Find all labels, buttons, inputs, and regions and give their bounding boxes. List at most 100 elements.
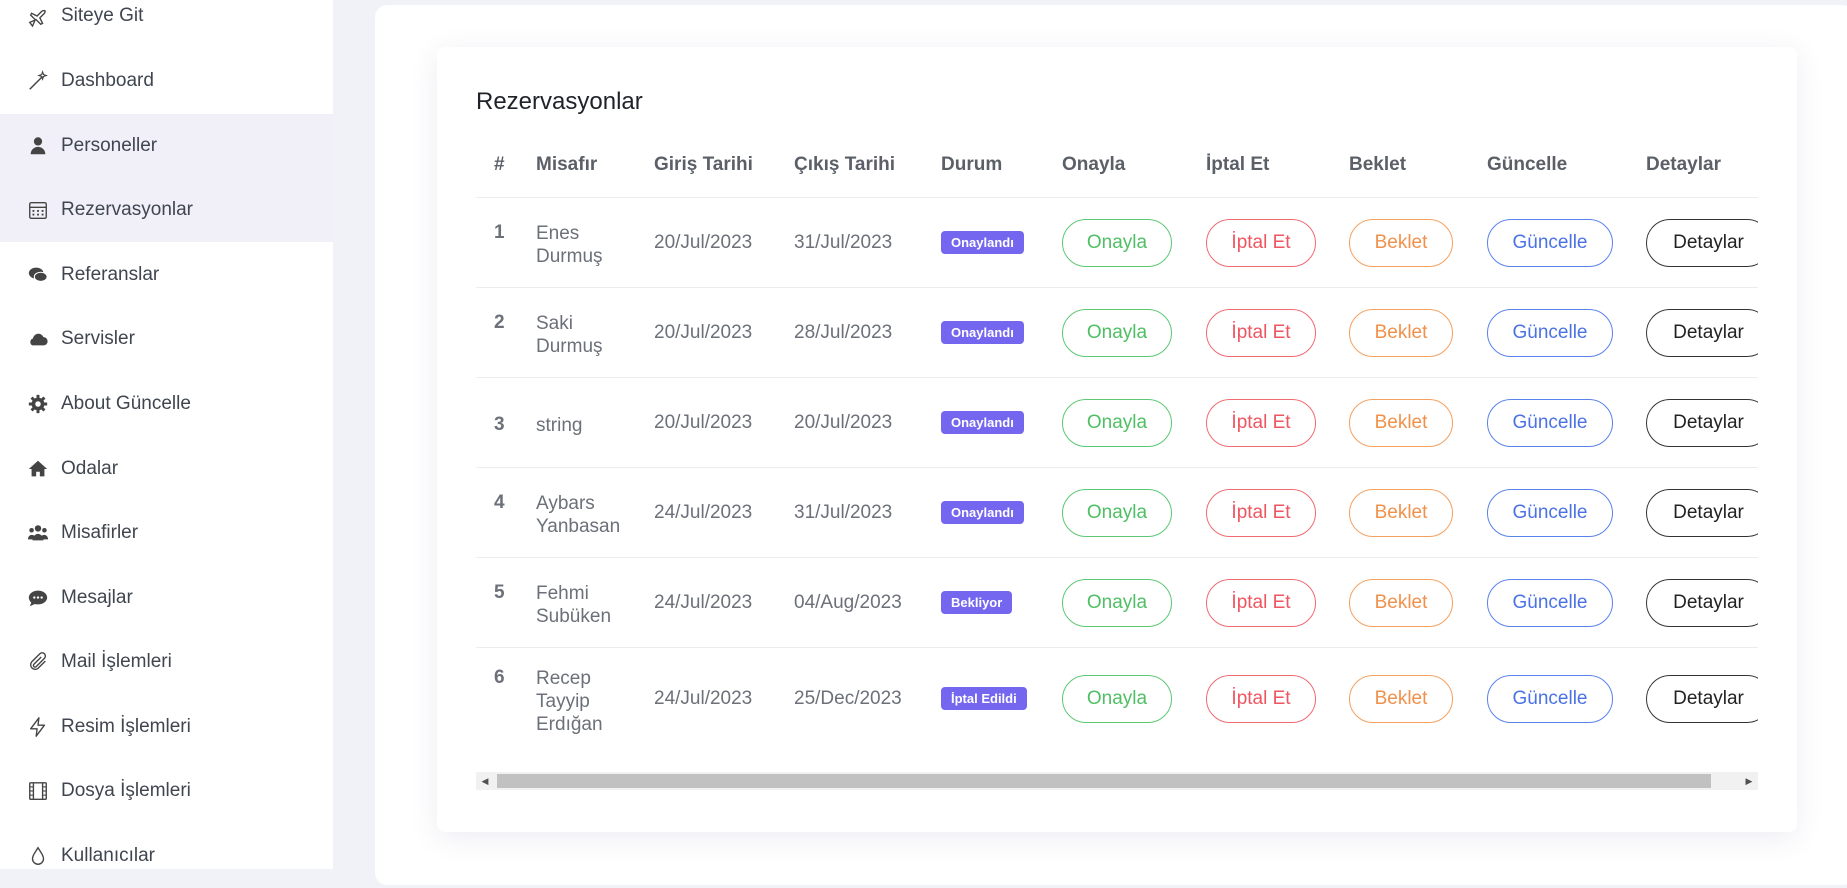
cancel-button[interactable]: İptal Et [1206, 309, 1316, 357]
col-header-giris: Giriş Tarihi [654, 154, 753, 175]
hold-button[interactable]: Beklet [1349, 675, 1453, 723]
sidebar-item-mesajlar[interactable]: Mesajlar [0, 566, 333, 630]
col-header-guncelle: Güncelle [1487, 154, 1568, 175]
table-row: 3 string 20/Jul/2023 20/Jul/2023 Onaylandı On… [476, 377, 1758, 468]
sidebar: Siteye Git Dashboard Personeller Rezervasyo… [0, 0, 333, 869]
sidebar-item-kullan-c-lar[interactable]: Kullanıcılar [0, 824, 333, 888]
sidebar-item-label: Mesajlar [61, 587, 133, 608]
guest-name-line: Aybars [536, 493, 595, 514]
scroll-thumb[interactable] [497, 774, 1711, 788]
col-header-durum: Durum [941, 154, 1003, 175]
update-button[interactable]: Güncelle [1487, 489, 1613, 537]
details-button[interactable]: Detaylar [1646, 675, 1758, 723]
details-button[interactable]: Detaylar [1646, 579, 1758, 627]
users-icon [27, 522, 49, 544]
approve-button[interactable]: Onayla [1062, 675, 1172, 723]
horizontal-scrollbar[interactable]: ◀ ▶ [476, 772, 1758, 790]
cancel-button[interactable]: İptal Et [1206, 399, 1316, 447]
update-button[interactable]: Güncelle [1487, 309, 1613, 357]
scroll-left-arrow-icon[interactable]: ◀ [476, 772, 494, 790]
checkin-date: 24/Jul/2023 [654, 502, 753, 523]
col-header-detaylar: Detaylar [1646, 154, 1721, 175]
sidebar-item-referanslar[interactable]: Referanslar [0, 243, 333, 307]
checkout-date: 25/Dec/2023 [794, 688, 902, 709]
scroll-right-arrow-icon[interactable]: ▶ [1740, 772, 1758, 790]
details-button[interactable]: Detaylar [1646, 399, 1758, 447]
guest-name: Fehmi Subüken [536, 582, 611, 628]
guest-name-line: Durmuş [536, 246, 603, 267]
sidebar-item-mail-i-lemleri[interactable]: Mail İşlemleri [0, 630, 333, 694]
sidebar-item-rezervasyonlar[interactable]: Rezervasyonlar [0, 178, 333, 242]
approve-button[interactable]: Onayla [1062, 579, 1172, 627]
update-button[interactable]: Güncelle [1487, 675, 1613, 723]
approve-button[interactable]: Onayla [1062, 489, 1172, 537]
sidebar-item-label: Referanslar [61, 264, 160, 285]
sidebar-item-label: Servisler [61, 328, 135, 349]
sidebar-item-misafirler[interactable]: Misafirler [0, 501, 333, 565]
comments-icon [27, 264, 49, 286]
approve-button[interactable]: Onayla [1062, 399, 1172, 447]
hold-button[interactable]: Beklet [1349, 399, 1453, 447]
guest-name-line: Durmuş [536, 336, 603, 357]
sidebar-item-personeller[interactable]: Personeller [0, 114, 333, 178]
droplet-icon [27, 845, 49, 867]
sidebar-item-dashboard[interactable]: Dashboard [0, 49, 333, 113]
hold-button[interactable]: Beklet [1349, 579, 1453, 627]
hold-button[interactable]: Beklet [1349, 309, 1453, 357]
status-badge: Onaylandı [941, 321, 1024, 344]
status-badge: İptal Edildi [941, 687, 1027, 710]
update-button[interactable]: Güncelle [1487, 219, 1613, 267]
col-header-misafir: Misafır [536, 154, 598, 175]
details-button[interactable]: Detaylar [1646, 219, 1758, 267]
checkout-date: 31/Jul/2023 [794, 502, 893, 523]
status-badge: Onaylandı [941, 501, 1024, 524]
paperclip-icon [27, 651, 49, 673]
sidebar-item-dosya-i-lemleri[interactable]: Dosya İşlemleri [0, 759, 333, 823]
col-header-iptal: İptal Et [1206, 154, 1270, 175]
guest-name-line: string [536, 414, 583, 436]
sidebar-item-label: Dosya İşlemleri [61, 780, 191, 801]
checkin-date: 20/Jul/2023 [654, 322, 753, 343]
reservations-table: # Misafır Giriş Tarihi Çıkış Tarihi Durum Ona… [476, 140, 1758, 760]
col-header-beklet: Beklet [1349, 154, 1407, 175]
details-button[interactable]: Detaylar [1646, 489, 1758, 537]
sidebar-item-odalar[interactable]: Odalar [0, 437, 333, 501]
sidebar-item-label: Resim İşlemleri [61, 716, 191, 737]
approve-button[interactable]: Onayla [1062, 219, 1172, 267]
magic-wand-icon [27, 70, 49, 92]
status-badge: Onaylandı [941, 231, 1024, 254]
cancel-button[interactable]: İptal Et [1206, 489, 1316, 537]
row-number: 1 [494, 222, 505, 243]
hold-button[interactable]: Beklet [1349, 489, 1453, 537]
hold-button[interactable]: Beklet [1349, 219, 1453, 267]
sidebar-item-servisler[interactable]: Servisler [0, 307, 333, 371]
guest-name-line: Fehmi [536, 583, 589, 604]
checkin-date: 20/Jul/2023 [654, 232, 753, 253]
sidebar-item-label: Misafirler [61, 522, 139, 543]
sidebar-item-siteye-git[interactable]: Siteye Git [0, 0, 333, 48]
row-number: 6 [494, 666, 505, 688]
status-badge: Bekliyor [941, 591, 1013, 614]
guest-name: Aybars Yanbasan [536, 492, 620, 538]
table-row: 2 Saki Durmuş 20/Jul/2023 28/Jul/2023 Onaylan… [476, 287, 1758, 378]
details-button[interactable]: Detaylar [1646, 309, 1758, 357]
guest-name-line: Erdığan [536, 713, 603, 735]
plane-icon [27, 5, 49, 27]
cancel-button[interactable]: İptal Et [1206, 219, 1316, 267]
sidebar-item-resim-i-lemleri[interactable]: Resim İşlemleri [0, 695, 333, 759]
row-number: 4 [494, 492, 505, 513]
cancel-button[interactable]: İptal Et [1206, 675, 1316, 723]
cancel-button[interactable]: İptal Et [1206, 579, 1316, 627]
sidebar-item-label: Mail İşlemleri [61, 651, 172, 672]
guest-name: string [536, 414, 582, 437]
update-button[interactable]: Güncelle [1487, 399, 1613, 447]
update-button[interactable]: Güncelle [1487, 579, 1613, 627]
guest-name-line: Saki [536, 313, 573, 334]
checkout-date: 04/Aug/2023 [794, 592, 902, 613]
guest-name-line: Enes [536, 223, 580, 244]
sidebar-item-about-g-ncelle[interactable]: About Güncelle [0, 372, 333, 436]
sidebar-item-label: About Güncelle [61, 393, 191, 414]
approve-button[interactable]: Onayla [1062, 309, 1172, 357]
film-icon [27, 780, 49, 802]
guest-name: Enes Durmuş [536, 222, 603, 268]
